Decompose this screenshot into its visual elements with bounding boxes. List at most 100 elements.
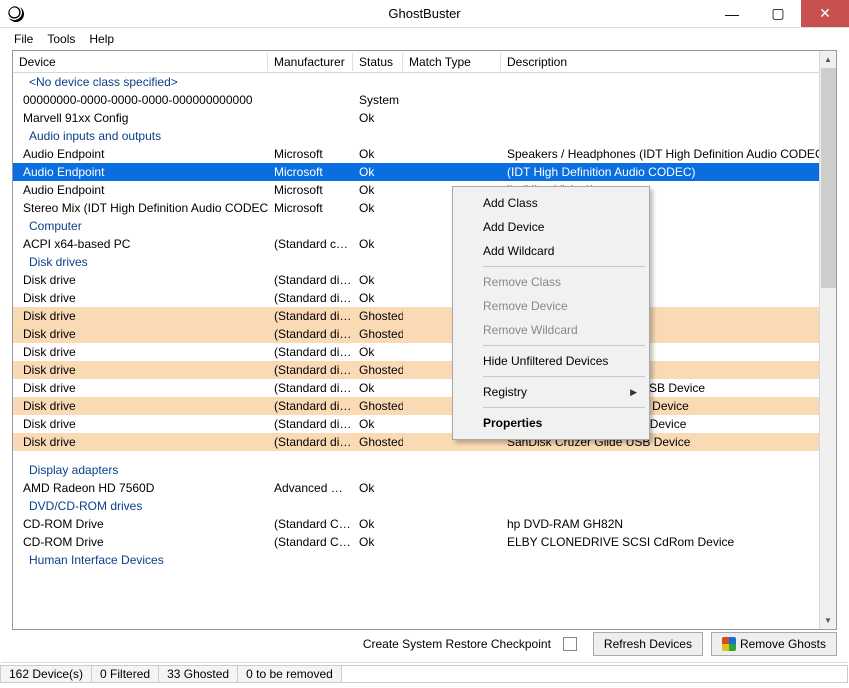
header-description[interactable]: Description — [501, 53, 836, 71]
table-row[interactable]: Audio EndpointMicrosoftOkSpeakers / Head… — [13, 145, 819, 163]
table-row[interactable]: AMD Radeon HD 7560DAdvanced …Ok — [13, 479, 819, 497]
table-row[interactable]: Audio EndpointMicrosoftOk(IDT High Defin… — [13, 163, 819, 181]
scroll-thumb[interactable] — [821, 68, 836, 288]
cell-manufacturer: (Standard di… — [268, 435, 353, 449]
cell-description: ELBY CLONEDRIVE SCSI CdRom Device — [501, 535, 819, 549]
cell-status: Ok — [353, 237, 403, 251]
status-filtered: 0 Filtered — [91, 665, 159, 683]
status-devices: 162 Device(s) — [0, 665, 92, 683]
shield-icon — [722, 637, 736, 651]
menu-help[interactable]: Help — [89, 32, 114, 46]
table-row[interactable]: Disk drive(Standard di…OkDevice — [13, 289, 819, 307]
cell-status: Ghosted — [353, 399, 403, 413]
cell-device: Audio Endpoint — [13, 183, 268, 197]
cell-manufacturer: Microsoft — [268, 183, 353, 197]
group-header[interactable]: <No device class specified> — [13, 73, 819, 91]
group-header[interactable]: Audio inputs and outputs — [13, 127, 819, 145]
statusbar: 162 Device(s) 0 Filtered 33 Ghosted 0 to… — [1, 662, 848, 684]
footer-bar: Create System Restore Checkpoint Refresh… — [12, 630, 837, 658]
group-header[interactable]: Human Interface Devices — [13, 551, 819, 569]
titlebar: GhostBuster — ▢ ✕ — [0, 0, 849, 28]
table-row[interactable]: Disk drive(Standard di…Ghosted2A7B2 — [13, 325, 819, 343]
cell-device: Disk drive — [13, 309, 268, 323]
table-row[interactable]: Disk drive(Standard di…Oke USB Device — [13, 271, 819, 289]
cell-status: Ok — [353, 291, 403, 305]
table-row[interactable]: Disk drive(Standard di…OkGeneric- Compac… — [13, 379, 819, 397]
table-row[interactable]: Disk drive(Standard di…Ghosted — [13, 307, 819, 325]
cell-status: System — [353, 93, 403, 107]
table-row[interactable]: Audio EndpointMicrosoftOklic (Ultra Visi… — [13, 181, 819, 199]
cell-manufacturer: (Standard di… — [268, 327, 353, 341]
table-row[interactable]: CD-ROM Drive(Standard C…OkELBY CLONEDRIV… — [13, 533, 819, 551]
cell-manufacturer: (Standard di… — [268, 381, 353, 395]
cell-manufacturer: (Standard di… — [268, 399, 353, 413]
menu-item[interactable]: Add Class — [455, 191, 647, 215]
table-row[interactable]: Disk drive(Standard di…Ok2 — [13, 343, 819, 361]
cell-manufacturer: (Standard c… — [268, 237, 353, 251]
checkpoint-checkbox[interactable] — [563, 637, 577, 651]
submenu-arrow-icon: ▶ — [630, 387, 637, 398]
menu-file[interactable]: File — [14, 32, 33, 46]
cell-manufacturer: (Standard di… — [268, 345, 353, 359]
table-row[interactable]: Disk drive(Standard di…GhostedIC25N080 A… — [13, 397, 819, 415]
table-row[interactable]: Disk drive(Standard di…OkGeneric- MS/MS-… — [13, 415, 819, 433]
table-row[interactable]: Marvell 91xx ConfigOk — [13, 109, 819, 127]
cell-device: Audio Endpoint — [13, 147, 268, 161]
cell-manufacturer: (Standard di… — [268, 291, 353, 305]
column-headers: Device Manufacturer Status Match Type De… — [13, 51, 836, 73]
cell-device: Disk drive — [13, 399, 268, 413]
header-status[interactable]: Status — [353, 53, 403, 71]
close-button[interactable]: ✕ — [801, 0, 849, 27]
cell-manufacturer: Microsoft — [268, 201, 353, 215]
menu-tools[interactable]: Tools — [47, 32, 75, 46]
status-ghosted: 33 Ghosted — [158, 665, 238, 683]
cell-status: Ok — [353, 273, 403, 287]
group-header[interactable]: Display adapters — [13, 461, 819, 479]
remove-ghosts-button[interactable]: Remove Ghosts — [711, 632, 837, 656]
menu-item[interactable]: Properties — [455, 411, 647, 435]
header-match-type[interactable]: Match Type — [403, 53, 501, 71]
app-icon — [8, 6, 24, 22]
cell-status: Ok — [353, 345, 403, 359]
menu-item[interactable]: Registry▶ — [455, 380, 647, 404]
cell-device: Disk drive — [13, 291, 268, 305]
table-row[interactable]: Stereo Mix (IDT High Definition Audio CO… — [13, 199, 819, 217]
cell-status: Ok — [353, 147, 403, 161]
scroll-up-icon[interactable]: ▲ — [820, 51, 836, 68]
table-row[interactable]: CD-ROM Drive(Standard C…Okhp DVD-RAM GH8… — [13, 515, 819, 533]
cell-device: ACPI x64-based PC — [13, 237, 268, 251]
scroll-down-icon[interactable]: ▼ — [820, 612, 836, 629]
table-row[interactable]: 00000000-0000-0000-0000-000000000000Syst… — [13, 91, 819, 109]
cell-status: Ok — [353, 183, 403, 197]
window-buttons: — ▢ ✕ — [709, 0, 849, 27]
cell-description: (IDT High Definition Audio CODEC) — [501, 165, 819, 179]
cell-status: Ok — [353, 417, 403, 431]
cell-device: Disk drive — [13, 435, 268, 449]
table-row[interactable]: Disk drive(Standard di…GhostedSanDisk Cr… — [13, 433, 819, 451]
menu-item[interactable]: Add Device — [455, 215, 647, 239]
group-header[interactable]: Computer — [13, 217, 819, 235]
menu-item[interactable]: Hide Unfiltered Devices — [455, 349, 647, 373]
cell-device: Disk drive — [13, 273, 268, 287]
table-row[interactable]: Disk drive(Standard di…GhostedUSB Device — [13, 361, 819, 379]
cell-device: CD-ROM Drive — [13, 517, 268, 531]
checkpoint-label: Create System Restore Checkpoint — [363, 637, 551, 651]
cell-manufacturer: (Standard di… — [268, 309, 353, 323]
scrollbar-vertical[interactable]: ▲ ▼ — [819, 51, 836, 629]
cell-status: Ghosted — [353, 363, 403, 377]
group-header[interactable]: DVD/CD-ROM drives — [13, 497, 819, 515]
menu-item: Remove Class — [455, 270, 647, 294]
table-row[interactable]: ACPI x64-based PC(Standard c…Ok — [13, 235, 819, 253]
window-title: GhostBuster — [388, 6, 460, 21]
cell-status: Ok — [353, 535, 403, 549]
cell-manufacturer: Advanced … — [268, 481, 353, 495]
minimize-button[interactable]: — — [709, 0, 755, 27]
maximize-button[interactable]: ▢ — [755, 0, 801, 27]
refresh-devices-button[interactable]: Refresh Devices — [593, 632, 703, 656]
menu-item: Remove Wildcard — [455, 318, 647, 342]
group-header[interactable]: Disk drives — [13, 253, 819, 271]
header-device[interactable]: Device — [13, 53, 268, 71]
menu-item[interactable]: Add Wildcard — [455, 239, 647, 263]
header-manufacturer[interactable]: Manufacturer — [268, 53, 353, 71]
cell-status: Ok — [353, 111, 403, 125]
